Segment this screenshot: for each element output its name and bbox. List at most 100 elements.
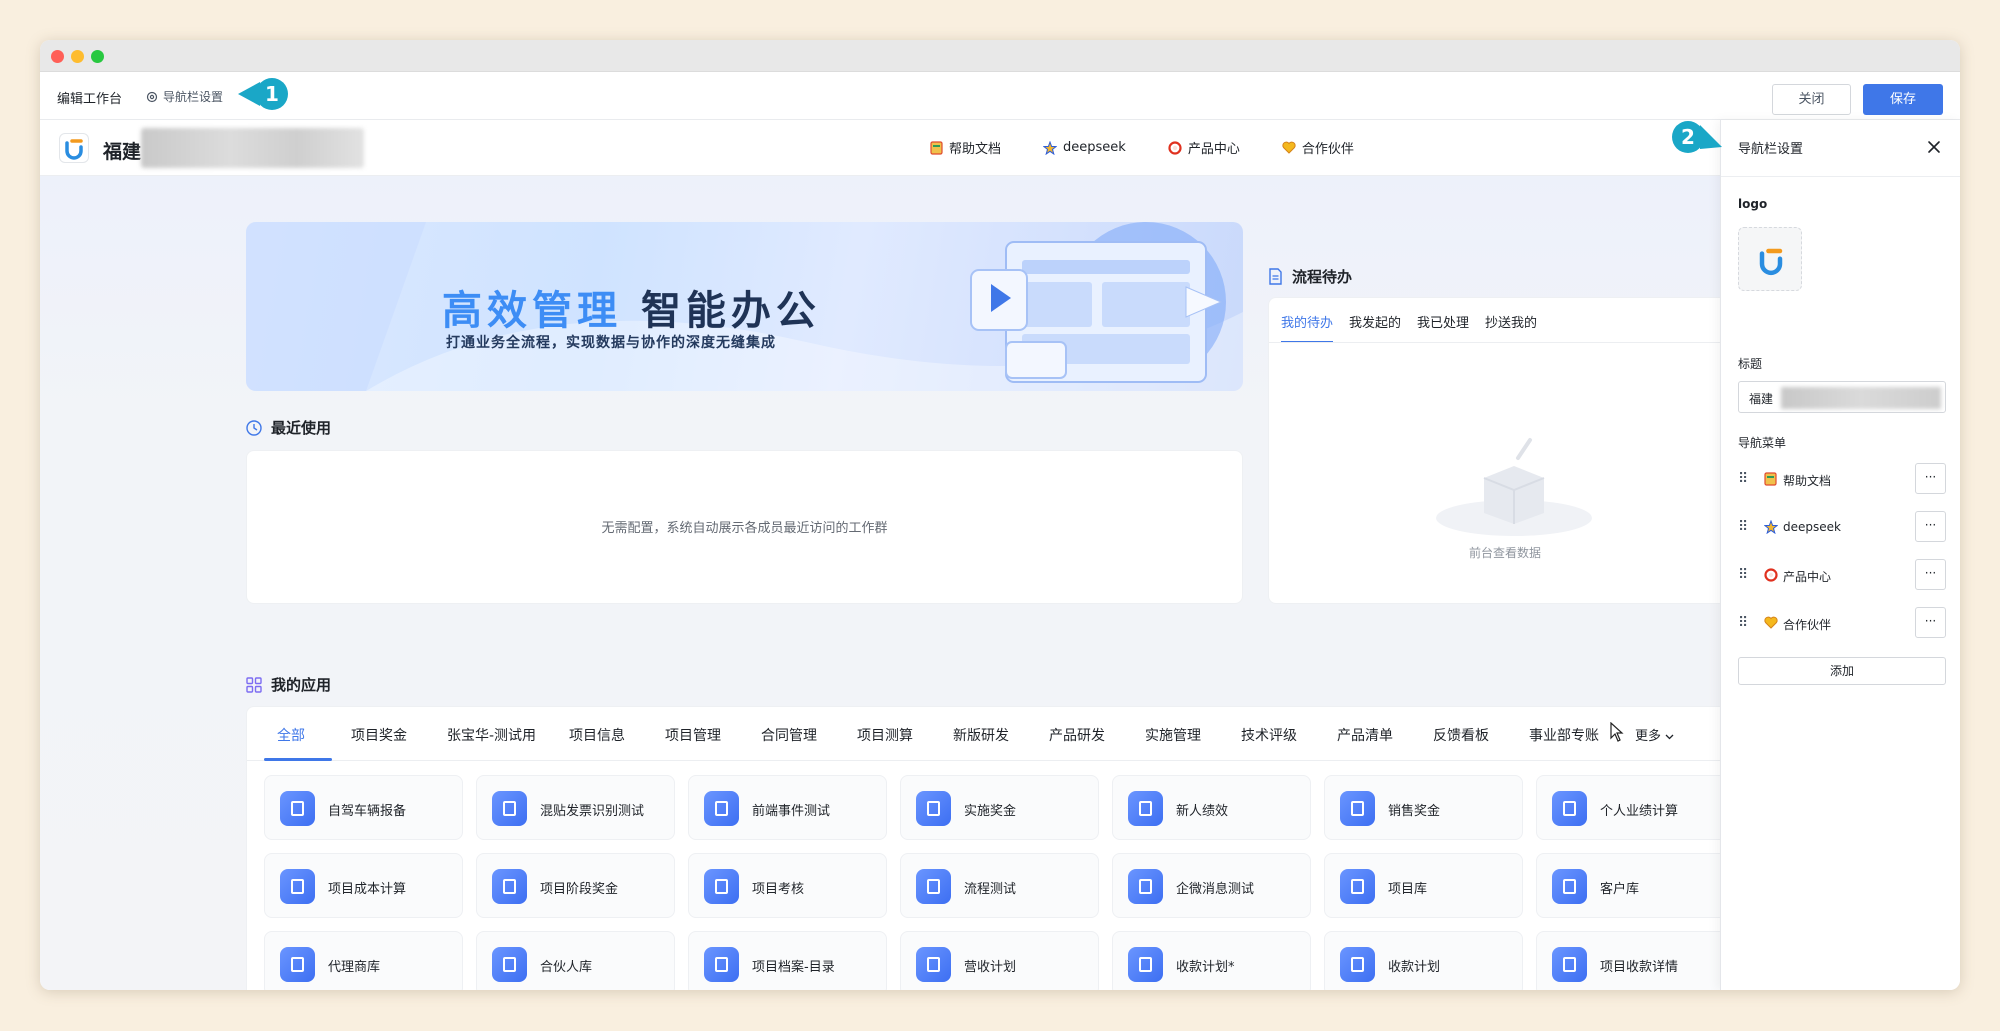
menu-item-label: 合作伙伴 bbox=[1783, 618, 1832, 632]
app-item[interactable]: 收款计划 bbox=[1324, 931, 1523, 990]
app-item[interactable]: 销售奖金 bbox=[1324, 775, 1523, 840]
window-minimize-dot[interactable] bbox=[71, 50, 84, 63]
nav-links: 帮助文档 deepseek 产品中心 合作伙伴 bbox=[930, 138, 1354, 157]
nav-link-partners[interactable]: 合作伙伴 bbox=[1282, 138, 1354, 157]
nav-link-deepseek[interactable]: deepseek bbox=[1043, 138, 1126, 157]
app-tab[interactable]: 项目奖金 bbox=[351, 725, 407, 745]
apps-section-title: 我的应用 bbox=[271, 676, 332, 694]
app-item-label: 销售奖金 bbox=[1388, 804, 1441, 819]
add-menu-button[interactable]: 添加 bbox=[1738, 657, 1946, 685]
panel-header: 导航栏设置 bbox=[1721, 120, 1960, 177]
tab-processed[interactable]: 我已处理 bbox=[1417, 312, 1469, 343]
menu-item-label: 帮助文档 bbox=[1783, 474, 1832, 488]
app-tab[interactable]: 张宝华-测试用 bbox=[447, 725, 536, 745]
close-button[interactable]: 关闭 bbox=[1772, 84, 1851, 115]
app-item[interactable]: 项目库 bbox=[1324, 853, 1523, 918]
app-item-label: 企微消息测试 bbox=[1176, 882, 1255, 897]
app-item[interactable]: 合伙人库 bbox=[476, 931, 675, 990]
app-item[interactable]: 项目阶段奖金 bbox=[476, 853, 675, 918]
app-item-label: 项目成本计算 bbox=[328, 882, 407, 897]
app-item[interactable]: 前端事件测试 bbox=[688, 775, 887, 840]
app-item[interactable]: 客户库 bbox=[1536, 853, 1720, 918]
app-form-icon bbox=[1552, 791, 1587, 826]
app-item-label: 个人业绩计算 bbox=[1600, 804, 1679, 819]
drag-handle-icon[interactable]: ⠿ bbox=[1738, 567, 1748, 583]
close-icon[interactable] bbox=[1921, 134, 1947, 160]
nav-settings-panel: 导航栏设置 logo 标题 福建 导航菜单 ⠿ 帮助文档 ··· ⠿ deeps… bbox=[1720, 120, 1960, 990]
app-form-icon bbox=[916, 947, 951, 982]
edit-workbench-title: 编辑工作台 bbox=[57, 92, 123, 107]
callout-1: 1 bbox=[238, 78, 288, 110]
app-item[interactable]: 流程测试 bbox=[900, 853, 1099, 918]
app-tab[interactable]: 新版研发 bbox=[953, 725, 1009, 745]
app-item[interactable]: 自驾车辆报备 bbox=[264, 775, 463, 840]
app-tab[interactable]: 反馈看板 bbox=[1433, 725, 1489, 745]
edit-toolbar: 编辑工作台 导航栏设置 关闭 保存 bbox=[40, 72, 1960, 120]
app-form-icon bbox=[1340, 869, 1375, 904]
app-item[interactable]: 收款计划* bbox=[1112, 931, 1311, 990]
app-form-icon bbox=[1340, 947, 1375, 982]
app-item[interactable]: 实施奖金 bbox=[900, 775, 1099, 840]
star-icon bbox=[1043, 140, 1058, 155]
app-tab[interactable]: 产品研发 bbox=[1049, 725, 1105, 745]
tab-cc-me[interactable]: 抄送我的 bbox=[1485, 312, 1537, 343]
tab-initiated[interactable]: 我发起的 bbox=[1349, 312, 1401, 343]
nav-settings-link[interactable]: 导航栏设置 bbox=[146, 88, 223, 105]
app-form-icon bbox=[1128, 869, 1163, 904]
heart-icon bbox=[1282, 141, 1296, 154]
menu-item-partners: ⠿ 合作伙伴 ··· bbox=[1738, 607, 1946, 639]
menu-item-label: deepseek bbox=[1783, 520, 1841, 534]
drag-handle-icon[interactable]: ⠿ bbox=[1738, 615, 1748, 631]
app-item-label: 收款计划* bbox=[1176, 960, 1235, 975]
app-tab[interactable]: 项目测算 bbox=[857, 725, 913, 745]
recent-section-heading: 最近使用 bbox=[246, 417, 331, 438]
app-form-icon bbox=[280, 791, 315, 826]
app-tab[interactable]: 项目信息 bbox=[569, 725, 625, 745]
drag-handle-icon[interactable]: ⠿ bbox=[1738, 471, 1748, 487]
app-item-label: 项目档案-目录 bbox=[752, 960, 835, 975]
more-button[interactable]: ··· bbox=[1915, 511, 1946, 542]
heart-icon bbox=[1764, 616, 1778, 629]
app-item[interactable]: 代理商库 bbox=[264, 931, 463, 990]
more-button[interactable]: ··· bbox=[1915, 559, 1946, 590]
app-item-label: 实施奖金 bbox=[964, 804, 1017, 819]
app-item[interactable]: 项目档案-目录 bbox=[688, 931, 887, 990]
app-form-icon bbox=[1552, 869, 1587, 904]
window-zoom-dot[interactable] bbox=[91, 50, 104, 63]
app-tab-all[interactable]: 全部 bbox=[277, 725, 305, 745]
drag-handle-icon[interactable]: ⠿ bbox=[1738, 519, 1748, 535]
logo-upload[interactable] bbox=[1738, 227, 1802, 291]
nav-link-help[interactable]: 帮助文档 bbox=[930, 138, 1001, 157]
window-close-dot[interactable] bbox=[51, 50, 64, 63]
app-item-label: 项目考核 bbox=[752, 882, 805, 897]
callout-badge: 2 bbox=[1672, 121, 1704, 153]
app-item[interactable]: 营收计划 bbox=[900, 931, 1099, 990]
app-item[interactable]: 混贴发票识别测试 bbox=[476, 775, 675, 840]
title-redaction bbox=[1781, 387, 1941, 409]
app-item[interactable]: 项目成本计算 bbox=[264, 853, 463, 918]
app-tab[interactable]: 合同管理 bbox=[761, 725, 817, 745]
app-tab[interactable]: 项目管理 bbox=[665, 725, 721, 745]
window-titlebar bbox=[40, 40, 1960, 72]
app-form-icon bbox=[704, 791, 739, 826]
app-item-label: 营收计划 bbox=[964, 960, 1017, 975]
callout-badge: 1 bbox=[256, 78, 288, 110]
app-item[interactable]: 新人绩效 bbox=[1112, 775, 1311, 840]
app-item[interactable]: 企微消息测试 bbox=[1112, 853, 1311, 918]
more-button[interactable]: ··· bbox=[1915, 463, 1946, 494]
app-tab[interactable]: 产品清单 bbox=[1337, 725, 1393, 745]
tab-my-todo[interactable]: 我的待办 bbox=[1281, 312, 1334, 343]
app-tab-more[interactable]: 更多 bbox=[1635, 725, 1674, 744]
app-item[interactable]: 项目收款详情 bbox=[1536, 931, 1720, 990]
save-button[interactable]: 保存 bbox=[1863, 84, 1943, 115]
app-category-tabs: 全部 项目奖金 张宝华-测试用 项目信息 项目管理 合同管理 项目测算 新版研发… bbox=[247, 707, 1720, 761]
chevron-down-icon bbox=[1665, 734, 1674, 740]
app-tab[interactable]: 技术评级 bbox=[1241, 725, 1297, 745]
app-tab[interactable]: 事业部专账 bbox=[1529, 725, 1599, 745]
app-tab[interactable]: 实施管理 bbox=[1145, 725, 1201, 745]
more-button[interactable]: ··· bbox=[1915, 607, 1946, 638]
title-field[interactable]: 福建 bbox=[1738, 381, 1946, 413]
nav-link-products[interactable]: 产品中心 bbox=[1168, 138, 1240, 157]
app-item[interactable]: 个人业绩计算 bbox=[1536, 775, 1720, 840]
app-item[interactable]: 项目考核 bbox=[688, 853, 887, 918]
